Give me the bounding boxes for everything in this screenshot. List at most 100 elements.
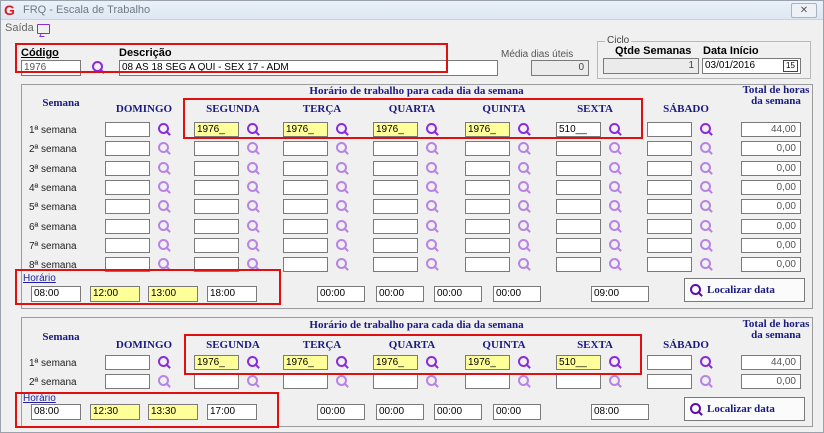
schedule-search-icon[interactable] xyxy=(699,219,713,233)
schedule-search-icon[interactable] xyxy=(699,180,713,194)
schedule-search-icon[interactable] xyxy=(157,180,171,194)
schedule-search-icon[interactable] xyxy=(425,374,439,388)
schedule-search-icon[interactable] xyxy=(157,141,171,155)
schedule-code-input[interactable] xyxy=(465,141,510,157)
schedule-search-icon[interactable] xyxy=(517,355,531,369)
schedule-code-input[interactable] xyxy=(373,237,418,253)
schedule-code-input[interactable] xyxy=(556,141,601,157)
schedule-search-icon[interactable] xyxy=(425,199,439,213)
schedule-search-icon[interactable] xyxy=(246,180,260,194)
schedule-search-icon[interactable] xyxy=(335,238,349,252)
horario-time-input[interactable]: 12:30 xyxy=(90,404,140,420)
horario-time-input[interactable]: 00:00 xyxy=(317,404,365,420)
schedule-search-icon[interactable] xyxy=(335,355,349,369)
schedule-code-input[interactable]: 1976_ xyxy=(194,355,239,370)
horario-time-input[interactable]: 12:00 xyxy=(90,286,140,302)
schedule-search-icon[interactable] xyxy=(335,122,349,136)
horario-time-input[interactable]: 00:00 xyxy=(434,286,482,302)
schedule-search-icon[interactable] xyxy=(608,199,622,213)
schedule-code-input[interactable] xyxy=(194,141,239,157)
schedule-code-input[interactable] xyxy=(373,141,418,157)
horario-time-input[interactable]: 00:00 xyxy=(317,286,365,302)
schedule-search-icon[interactable] xyxy=(425,180,439,194)
schedule-code-input[interactable] xyxy=(105,218,150,234)
schedule-code-input[interactable] xyxy=(373,257,418,273)
schedule-search-icon[interactable] xyxy=(608,238,622,252)
schedule-code-input[interactable]: 510__ xyxy=(556,122,601,137)
schedule-code-input[interactable] xyxy=(647,160,692,176)
schedule-search-icon[interactable] xyxy=(246,122,260,136)
schedule-code-input[interactable] xyxy=(105,160,150,176)
qtde-input[interactable]: 1 xyxy=(603,58,699,74)
schedule-code-input[interactable]: 1976_ xyxy=(283,355,328,370)
schedule-code-input[interactable] xyxy=(105,257,150,273)
schedule-code-input[interactable] xyxy=(105,374,150,389)
schedule-code-input[interactable] xyxy=(105,141,150,157)
schedule-search-icon[interactable] xyxy=(608,141,622,155)
schedule-code-input[interactable] xyxy=(194,199,239,215)
schedule-search-icon[interactable] xyxy=(699,355,713,369)
schedule-search-icon[interactable] xyxy=(425,238,439,252)
schedule-search-icon[interactable] xyxy=(246,238,260,252)
horario-time-input[interactable]: 13:00 xyxy=(148,286,198,302)
calendar-icon[interactable]: 15 xyxy=(783,60,798,72)
schedule-code-input[interactable] xyxy=(194,160,239,176)
schedule-code-input[interactable]: 510__ xyxy=(556,355,601,370)
schedule-search-icon[interactable] xyxy=(246,355,260,369)
schedule-search-icon[interactable] xyxy=(517,199,531,213)
grid1-localizar-button[interactable]: Localizar data xyxy=(684,278,805,302)
schedule-code-input[interactable]: 1976_ xyxy=(373,355,418,370)
schedule-code-input[interactable] xyxy=(465,237,510,253)
schedule-code-input[interactable] xyxy=(194,257,239,273)
schedule-code-input[interactable] xyxy=(283,160,328,176)
schedule-code-input[interactable] xyxy=(647,374,692,389)
schedule-search-icon[interactable] xyxy=(517,180,531,194)
schedule-search-icon[interactable] xyxy=(425,219,439,233)
schedule-search-icon[interactable] xyxy=(335,374,349,388)
menu-saida[interactable]: Saída xyxy=(5,22,34,34)
schedule-code-input[interactable] xyxy=(373,374,418,389)
schedule-code-input[interactable] xyxy=(465,160,510,176)
schedule-code-input[interactable] xyxy=(105,237,150,253)
schedule-search-icon[interactable] xyxy=(335,161,349,175)
horario-time-input[interactable]: 09:00 xyxy=(591,286,649,302)
schedule-code-input[interactable] xyxy=(465,218,510,234)
schedule-search-icon[interactable] xyxy=(335,219,349,233)
schedule-search-icon[interactable] xyxy=(608,161,622,175)
schedule-search-icon[interactable] xyxy=(425,257,439,271)
schedule-search-icon[interactable] xyxy=(157,238,171,252)
schedule-search-icon[interactable] xyxy=(517,141,531,155)
schedule-code-input[interactable] xyxy=(105,355,150,370)
schedule-search-icon[interactable] xyxy=(335,180,349,194)
schedule-search-icon[interactable] xyxy=(699,238,713,252)
schedule-search-icon[interactable] xyxy=(157,122,171,136)
horario-time-input[interactable]: 08:00 xyxy=(31,404,81,420)
schedule-code-input[interactable] xyxy=(105,122,150,137)
schedule-code-input[interactable] xyxy=(556,199,601,215)
schedule-search-icon[interactable] xyxy=(608,257,622,271)
schedule-code-input[interactable]: 1976_ xyxy=(465,122,510,137)
schedule-search-icon[interactable] xyxy=(608,180,622,194)
codigo-search-icon[interactable] xyxy=(91,60,105,74)
schedule-code-input[interactable] xyxy=(465,374,510,389)
schedule-code-input[interactable]: 1976_ xyxy=(194,122,239,137)
schedule-search-icon[interactable] xyxy=(699,374,713,388)
schedule-code-input[interactable] xyxy=(373,179,418,195)
schedule-code-input[interactable] xyxy=(465,199,510,215)
schedule-search-icon[interactable] xyxy=(335,257,349,271)
schedule-search-icon[interactable] xyxy=(517,374,531,388)
close-button[interactable]: ✕ xyxy=(791,3,817,18)
schedule-search-icon[interactable] xyxy=(517,257,531,271)
schedule-code-input[interactable] xyxy=(556,160,601,176)
horario-time-input[interactable]: 08:00 xyxy=(31,286,81,302)
schedule-search-icon[interactable] xyxy=(425,141,439,155)
horario-time-input[interactable]: 00:00 xyxy=(376,404,424,420)
horario-time-input[interactable]: 08:00 xyxy=(591,404,649,420)
schedule-search-icon[interactable] xyxy=(699,161,713,175)
schedule-search-icon[interactable] xyxy=(425,161,439,175)
schedule-search-icon[interactable] xyxy=(246,219,260,233)
schedule-search-icon[interactable] xyxy=(246,141,260,155)
schedule-code-input[interactable] xyxy=(373,160,418,176)
schedule-code-input[interactable] xyxy=(283,179,328,195)
schedule-code-input[interactable] xyxy=(105,199,150,215)
